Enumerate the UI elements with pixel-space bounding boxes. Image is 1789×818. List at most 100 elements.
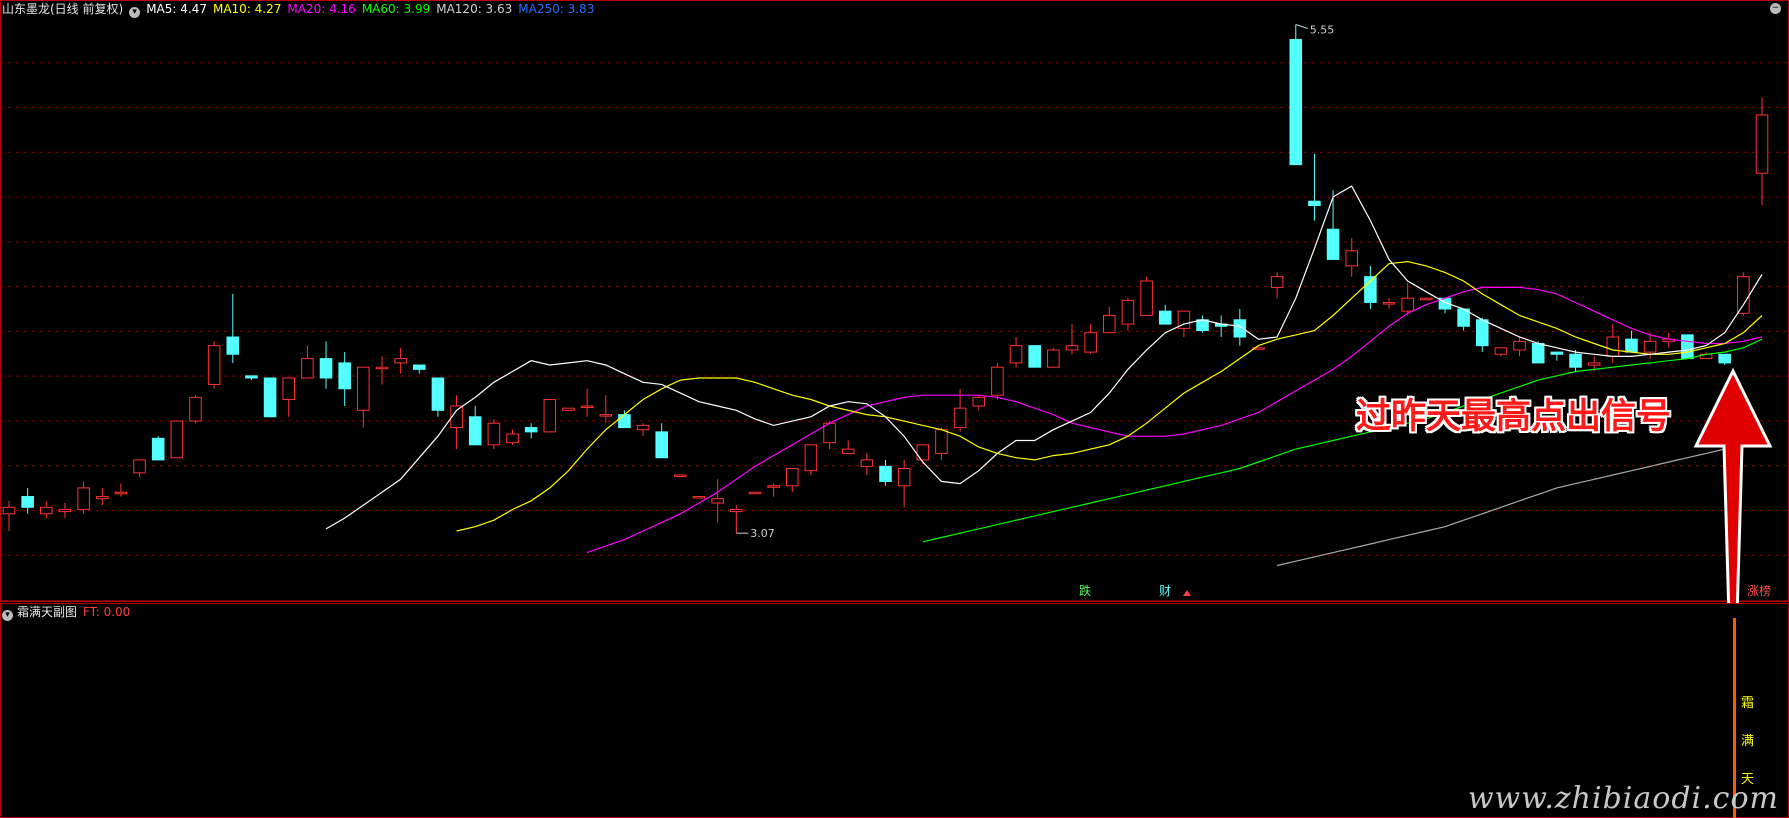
- subpanel-settings-circle-icon[interactable]: ▾: [2, 610, 13, 621]
- subpanel-header: ▾ 霜满天副图 FT: 0.00: [2, 604, 131, 621]
- candle-body: [711, 498, 724, 504]
- candle-body: [1047, 349, 1060, 368]
- candle-body: [189, 396, 202, 422]
- candle-body: [562, 407, 575, 411]
- ma-legend-item: MA120: 3.63: [436, 2, 513, 16]
- candle-body: [1625, 338, 1638, 353]
- candle-body: [1531, 342, 1545, 364]
- candle-body: [1681, 334, 1694, 360]
- candle-body: [1196, 319, 1209, 332]
- candle-body: [487, 422, 501, 446]
- candle-body: [58, 508, 72, 513]
- collapse-circle-icon[interactable]: −: [1770, 3, 1781, 14]
- candle-body: [991, 366, 1004, 396]
- candle-body: [319, 358, 333, 379]
- candle-body: [412, 364, 426, 370]
- triangle-marker-icon: [1183, 590, 1191, 596]
- candle-body: [1494, 347, 1508, 355]
- candle-body: [21, 496, 34, 508]
- high-label-pointer: [1295, 23, 1308, 29]
- candle-body: [692, 496, 706, 499]
- candle-body: [1345, 250, 1359, 267]
- candle-body: [785, 468, 799, 487]
- candle-body: [916, 444, 930, 461]
- candle-body: [1326, 228, 1340, 260]
- candlestick-chart[interactable]: 5.55 3.07: [0, 0, 1789, 603]
- candle-body: [1569, 353, 1582, 368]
- candle-body: [953, 407, 967, 429]
- candle-body: [1028, 345, 1041, 368]
- candle-body: [543, 399, 557, 433]
- candle-body: [1140, 280, 1153, 316]
- candle-body: [1606, 336, 1620, 357]
- candle-body: [767, 485, 780, 488]
- candle-body: [841, 448, 855, 454]
- candle-body: [207, 345, 221, 385]
- event-die-marker[interactable]: 跌: [1079, 584, 1091, 598]
- candle-body: [338, 362, 351, 390]
- candle-body: [599, 414, 613, 417]
- candle-body: [40, 506, 53, 515]
- vertical-char-2: 满: [1741, 734, 1755, 749]
- candle-body: [972, 396, 986, 407]
- candle-body: [245, 375, 258, 379]
- candle-body: [1737, 276, 1750, 314]
- candle-body: [263, 377, 277, 418]
- candle-body: [1289, 39, 1303, 166]
- candle-body: [1643, 340, 1657, 353]
- main-chart-panel[interactable]: 5.55 3.07 山东墨龙(日线 前复权) ▾ MA5: 4.47 MA10: 4.2…: [0, 0, 1789, 603]
- candle-body: [618, 414, 631, 429]
- candle-body: [394, 358, 407, 364]
- candle-body: [301, 358, 314, 379]
- candle-body: [506, 433, 519, 444]
- candle-body: [674, 474, 687, 477]
- event-cai-marker[interactable]: 财: [1159, 584, 1171, 598]
- candle-body: [114, 491, 128, 495]
- candle-body: [170, 420, 184, 459]
- high-price-label: 5.55: [1310, 23, 1335, 36]
- candle-body: [1270, 276, 1284, 288]
- candle-body: [935, 429, 948, 454]
- candle-body: [1382, 302, 1396, 305]
- ma60-line: [922, 338, 1763, 543]
- low-price-label: 3.07: [750, 527, 775, 540]
- vertical-char-1: 霜: [1741, 696, 1755, 711]
- ma-legend-item: MA20: 4.16: [287, 2, 356, 16]
- candle-body: [804, 444, 818, 472]
- ma-legend-item: MA10: 4.27: [212, 2, 282, 16]
- candle-body: [1158, 310, 1172, 325]
- candle-body: [226, 336, 240, 355]
- ma-legend-item: MA5: 4.47: [146, 2, 207, 16]
- candle-body: [730, 508, 743, 513]
- candle-body: [879, 465, 892, 482]
- ma120-line: [1276, 442, 1763, 567]
- candle-body: [1308, 200, 1321, 207]
- candle-body: [580, 405, 594, 408]
- candle-body: [2, 506, 16, 515]
- candle-body: [77, 487, 90, 510]
- candle-body: [1420, 297, 1433, 301]
- candle-body: [1121, 299, 1135, 325]
- chart-header: 山东墨龙(日线 前复权) ▾ MA5: 4.47 MA10: 4.27 MA20: 4.…: [2, 1, 606, 18]
- candle-body: [524, 427, 538, 433]
- candle-body: [860, 459, 874, 467]
- candle-body: [1513, 340, 1526, 351]
- signal-annotation-text: 过昨天最高点出信号: [1356, 397, 1672, 437]
- candle-body: [468, 416, 482, 446]
- settings-circle-icon[interactable]: ▾: [129, 7, 141, 18]
- candle-body: [1084, 332, 1097, 353]
- ma5-line: [325, 185, 1763, 530]
- ma-legend-item: MA60: 3.99: [361, 2, 431, 16]
- candle-body: [357, 366, 370, 411]
- signal-arrow-icon: [1693, 367, 1773, 603]
- candle-body: [1475, 319, 1489, 347]
- candle-body: [151, 437, 165, 461]
- ft-value-label: FT: 0.00: [83, 605, 131, 619]
- candle-body: [748, 491, 762, 495]
- candle-body: [1065, 345, 1079, 351]
- candle-body: [375, 366, 389, 370]
- candle-body: [1103, 314, 1116, 334]
- candle-body: [1550, 351, 1564, 355]
- subpanel-title: 霜满天副图: [17, 605, 78, 619]
- event-zhangting-marker[interactable]: 涨榜: [1747, 584, 1771, 598]
